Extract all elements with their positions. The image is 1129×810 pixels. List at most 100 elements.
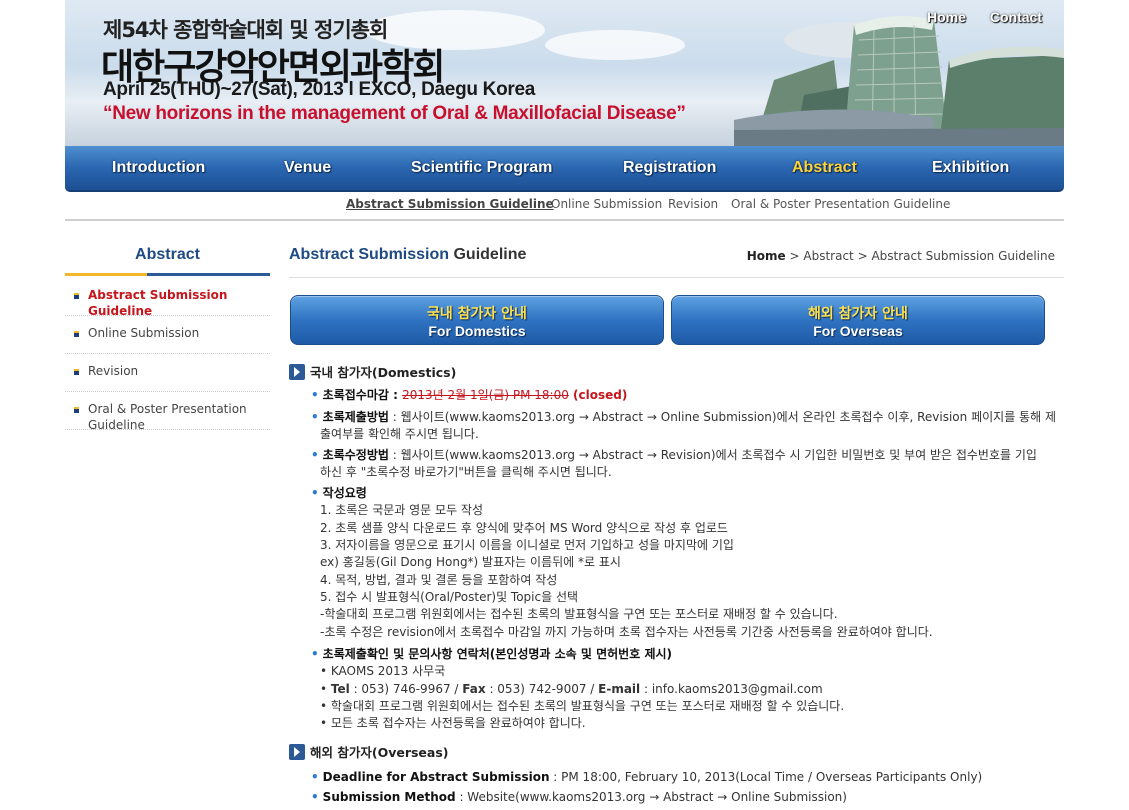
contact-link[interactable]: Contact: [990, 9, 1042, 25]
domestic-contact-heading: • 초록제출확인 및 문의사항 연락처(본인성명과 소속 및 면허번호 제시): [311, 645, 1066, 663]
bullet-icon: •: [311, 448, 319, 462]
email-value[interactable]: : info.kaoms2013@gmail.com: [640, 682, 823, 696]
sidebar-item-presentation-guideline[interactable]: Oral & Poster Presentation Guideline: [65, 401, 270, 432]
nav-scientific-program[interactable]: Scientific Program: [411, 159, 552, 177]
divider: [289, 277, 1064, 278]
guide-line: 5. 접수 시 발표형식(Oral/Poster)및 Topic을 선택: [320, 590, 579, 604]
guide-line: 4. 목적, 방법, 결과 및 결론 등을 포함하여 작성: [320, 573, 558, 587]
contact-org: • KAOMS 2013 사무국: [320, 664, 446, 678]
page-title: Abstract Submission Guideline: [289, 246, 526, 264]
breadcrumb: Home > Abstract > Abstract Submission Gu…: [747, 249, 1055, 263]
bullet-icon: [74, 407, 79, 413]
divider: [65, 219, 1064, 221]
cloud-decoration: [545, 30, 685, 60]
button-label-en: For Domestics: [428, 323, 526, 339]
contact-note: • 모든 초록 접수자는 사전등록을 완료하여야 합니다.: [320, 716, 586, 730]
overseas-deadline: • Deadline for Abstract Submission : PM 1…: [311, 768, 1066, 786]
sidebar-item-online-submission[interactable]: Online Submission: [65, 325, 270, 354]
method-text-cont: 출여부를 확인해 주시면 됩니다.: [320, 427, 479, 441]
nav-introduction[interactable]: Introduction: [112, 159, 205, 177]
sidebar-item-label: Online Submission: [88, 326, 200, 340]
contact-note: • 학술대회 프로그램 위원회에서는 접수된 초록의 발표형식을 구연 또는 포…: [320, 699, 845, 713]
contact-details: • Tel : 053) 746-9967 / Fax : 053) 742-9…: [320, 682, 823, 696]
sidebar-item-label: Revision: [88, 364, 139, 378]
sidebar-title-underline: [65, 273, 270, 276]
sidebar-item-label: Oral & Poster Presentation: [88, 402, 247, 416]
guide-line: ex) 홍길동(Gil Dong Hong*) 발표자는 이름뒤에 *로 표시: [320, 555, 621, 569]
method-label: 초록제출방법: [322, 410, 389, 424]
home-link[interactable]: Home: [927, 9, 966, 25]
event-slogan: “New horizons in the management of Oral …: [103, 103, 686, 124]
revise-label: 초록수정방법: [322, 448, 389, 462]
revise-text: : 웹사이트(www.kaoms2013.org → Abstract → Re…: [388, 448, 1037, 462]
contact-label: 초록제출확인 및 문의사항 연락처(본인성명과 소속 및 면허번호 제시): [322, 647, 673, 661]
domestic-deadline: • 초록접수마감 : 2013년 2월 1일(금) PM 18:00 (close…: [311, 386, 1066, 404]
overseas-method: • Submission Method : Website(www.kaoms20…: [311, 788, 1066, 806]
button-label-kr: 해외 참가자 안내: [808, 306, 908, 322]
main-nav: Introduction Venue Scientific Program Re…: [65, 146, 1064, 192]
sidebar-item-label: Guideline: [88, 418, 145, 432]
bullet-icon: •: [311, 486, 319, 500]
guide-line: 1. 초록은 국문과 영문 모두 작성: [320, 503, 484, 517]
overseas-button[interactable]: 해외 참가자 안내 For Overseas: [671, 295, 1045, 345]
bullet-icon: •: [311, 410, 319, 424]
method-text: : 웹사이트(www.kaoms2013.org → Abstract → On…: [388, 410, 1056, 424]
overseas-deadline-value: : PM 18:00, February 10, 2013(Local Time…: [549, 770, 983, 784]
domestic-guide-heading: • 작성요령: [311, 484, 1066, 502]
sidebar-item-abstract-guideline[interactable]: Abstract Submission Guideline: [65, 287, 270, 318]
overseas-method-value: : Website(www.kaoms2013.org → Abstract →…: [455, 790, 847, 804]
page-title-part2: Guideline: [453, 246, 527, 263]
tel-label: Tel: [330, 682, 350, 696]
nav-abstract[interactable]: Abstract: [792, 159, 857, 177]
email-label: E-mail: [598, 682, 641, 696]
sidebar-title: Abstract: [135, 246, 200, 263]
bullet-icon: [74, 369, 79, 375]
bullet-icon: •: [311, 647, 319, 661]
event-date-venue: April 25(THU)~27(Sat), 2013 l EXCO, Daeg…: [103, 79, 536, 100]
bullet-icon: •: [311, 770, 319, 784]
page-title-part1: Abstract Submission: [289, 246, 450, 263]
bullet-icon: •: [311, 388, 319, 402]
fax-value: : 053) 742-9007 /: [485, 682, 599, 696]
revise-text-cont: 하신 후 "초록수정 바로가기"버튼을 클릭해 주시면 됩니다.: [320, 465, 612, 479]
overseas-method-label: Submission Method: [322, 790, 456, 804]
nav-registration[interactable]: Registration: [623, 159, 716, 177]
subnav-presentation-guideline[interactable]: Oral & Poster Presentation Guideline: [731, 197, 950, 211]
overseas-section-heading: 해외 참가자(Overseas): [289, 742, 449, 761]
arrow-right-icon: [289, 743, 305, 760]
button-label-kr: 국내 참가자 안내: [427, 306, 527, 322]
tel-value: : 053) 746-9967 /: [349, 682, 463, 696]
guide-label: 작성요령: [322, 486, 367, 500]
sidebar-item-revision[interactable]: Revision: [65, 363, 270, 392]
guide-line: -학술대회 프로그램 위원회에서는 접수된 초록의 발표형식을 구연 또는 포스…: [320, 607, 838, 621]
guide-line: -초록 수정은 revision에서 초록접수 마감일 까지 가능하며 초록 접…: [320, 625, 933, 639]
bullet-icon: •: [311, 790, 319, 804]
sidebar-item-label: Guideline: [88, 304, 153, 318]
breadcrumb-path: > Abstract > Abstract Submission Guideli…: [785, 249, 1055, 263]
subnav-revision[interactable]: Revision: [668, 197, 718, 211]
deadline-date: 2013년 2월 1일(금) PM 18:00: [402, 388, 569, 402]
subnav-online-submission[interactable]: Online Submission: [551, 197, 662, 211]
fax-label: Fax: [462, 682, 486, 696]
breadcrumb-home[interactable]: Home: [747, 249, 786, 263]
guide-line: 2. 초록 샘플 양식 다운로드 후 양식에 맞추어 MS Word 양식으로 …: [320, 521, 728, 535]
guide-line: 3. 저자이름을 영문으로 표기시 이름을 이니셜로 먼저 기입하고 성을 마지…: [320, 538, 734, 552]
domestics-button[interactable]: 국내 참가자 안내 For Domestics: [290, 295, 664, 345]
bullet-icon: [74, 331, 79, 337]
top-links: Home Contact: [927, 9, 1042, 25]
arrow-right-icon: [289, 363, 305, 380]
nav-exhibition[interactable]: Exhibition: [932, 159, 1009, 177]
deadline-status: (closed): [568, 388, 628, 402]
domestic-revision-method: • 초록수정방법 : 웹사이트(www.kaoms2013.org → Abstr…: [311, 446, 1066, 464]
subnav-abstract-guideline[interactable]: Abstract Submission Guideline: [346, 197, 554, 211]
sidebar-item-label: Abstract Submission: [88, 288, 228, 302]
nav-venue[interactable]: Venue: [284, 159, 331, 177]
domestic-submission-method: • 초록제출방법 : 웹사이트(www.kaoms2013.org → Abstr…: [311, 408, 1066, 426]
bullet-icon: [74, 293, 79, 299]
section-heading-text: 국내 참가자(Domestics): [310, 365, 457, 380]
overseas-deadline-label: Deadline for Abstract Submission: [322, 770, 550, 784]
button-label-en: For Overseas: [813, 323, 903, 339]
section-heading-text: 해외 참가자(Overseas): [310, 745, 449, 760]
domestics-section-heading: 국내 참가자(Domestics): [289, 362, 456, 381]
header-banner: 제54차 종합학술대회 및 정기총회 대한구강악안면외과학회 April 25(…: [65, 0, 1064, 146]
